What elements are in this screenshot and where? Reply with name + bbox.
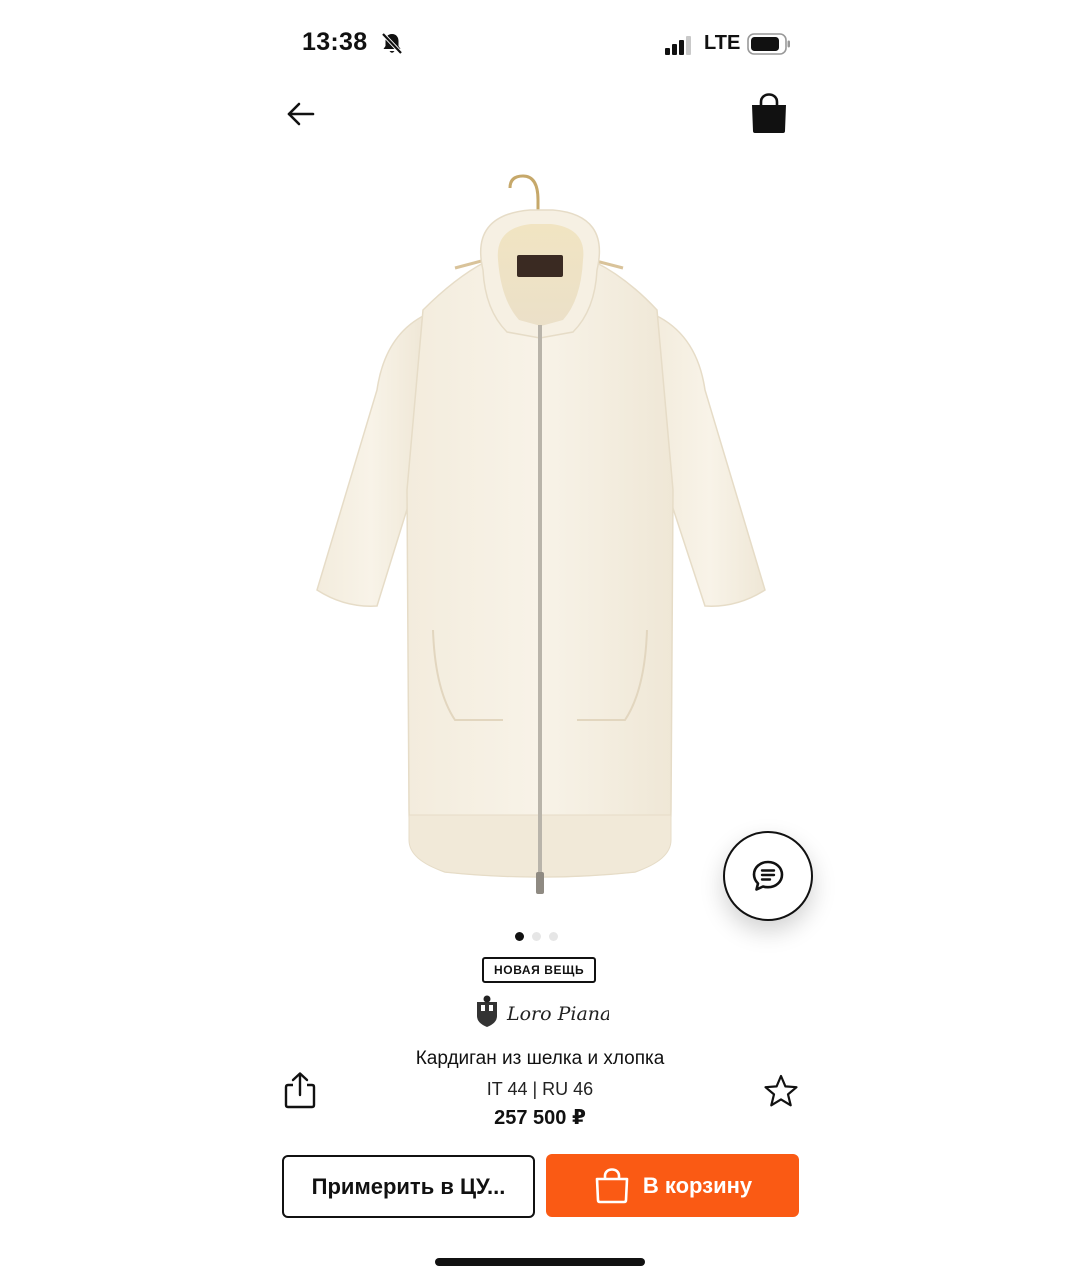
status-bar: 13:38 LTE: [245, 22, 835, 66]
cart-bag-button[interactable]: [749, 93, 789, 135]
share-button[interactable]: [283, 1071, 317, 1109]
app-screen: 13:38 LTE НОВАЯ ВЕЩЬ Loro Piana Кардиган…: [245, 0, 835, 1280]
shopping-bag-icon: [752, 93, 786, 133]
shopping-bag-icon: [595, 1167, 629, 1203]
chat-button[interactable]: [723, 831, 813, 921]
product-price: 257 500 ₽: [494, 1107, 586, 1129]
pager-dot-active[interactable]: [515, 932, 524, 941]
chat-icon: [752, 860, 784, 891]
carrier-label: LTE: [704, 32, 741, 54]
image-pager: [515, 932, 558, 942]
signal-bars-icon: [665, 36, 691, 55]
home-indicator[interactable]: [435, 1258, 645, 1266]
add-to-cart-label: В корзину: [642, 1172, 753, 1198]
product-image[interactable]: [305, 160, 775, 900]
product-size[interactable]: IT 44 | RU 46: [245, 1079, 835, 1100]
back-button[interactable]: [283, 96, 319, 132]
star-icon: [764, 1074, 798, 1107]
pager-dot[interactable]: [532, 932, 541, 941]
brand-logo-text: Loro Piana: [506, 1003, 609, 1025]
product-title: Кардиган из шелка и хлопка: [415, 1048, 665, 1069]
battery-icon: [747, 33, 790, 55]
share-icon: [284, 1072, 316, 1109]
bell-slash-icon: [381, 32, 403, 55]
status-time: 13:38: [302, 28, 368, 56]
brand-logo[interactable]: Loro Piana: [473, 990, 609, 1032]
arrow-left-icon: [287, 102, 315, 126]
try-on-button[interactable]: Примерить в ЦУ...: [282, 1155, 535, 1218]
add-to-cart-button[interactable]: В корзину: [546, 1154, 799, 1217]
new-item-badge: НОВАЯ ВЕЩЬ: [482, 957, 597, 983]
pager-dot[interactable]: [549, 932, 558, 941]
favorite-button[interactable]: [763, 1073, 799, 1109]
try-on-label: Примерить в ЦУ...: [311, 1173, 506, 1199]
